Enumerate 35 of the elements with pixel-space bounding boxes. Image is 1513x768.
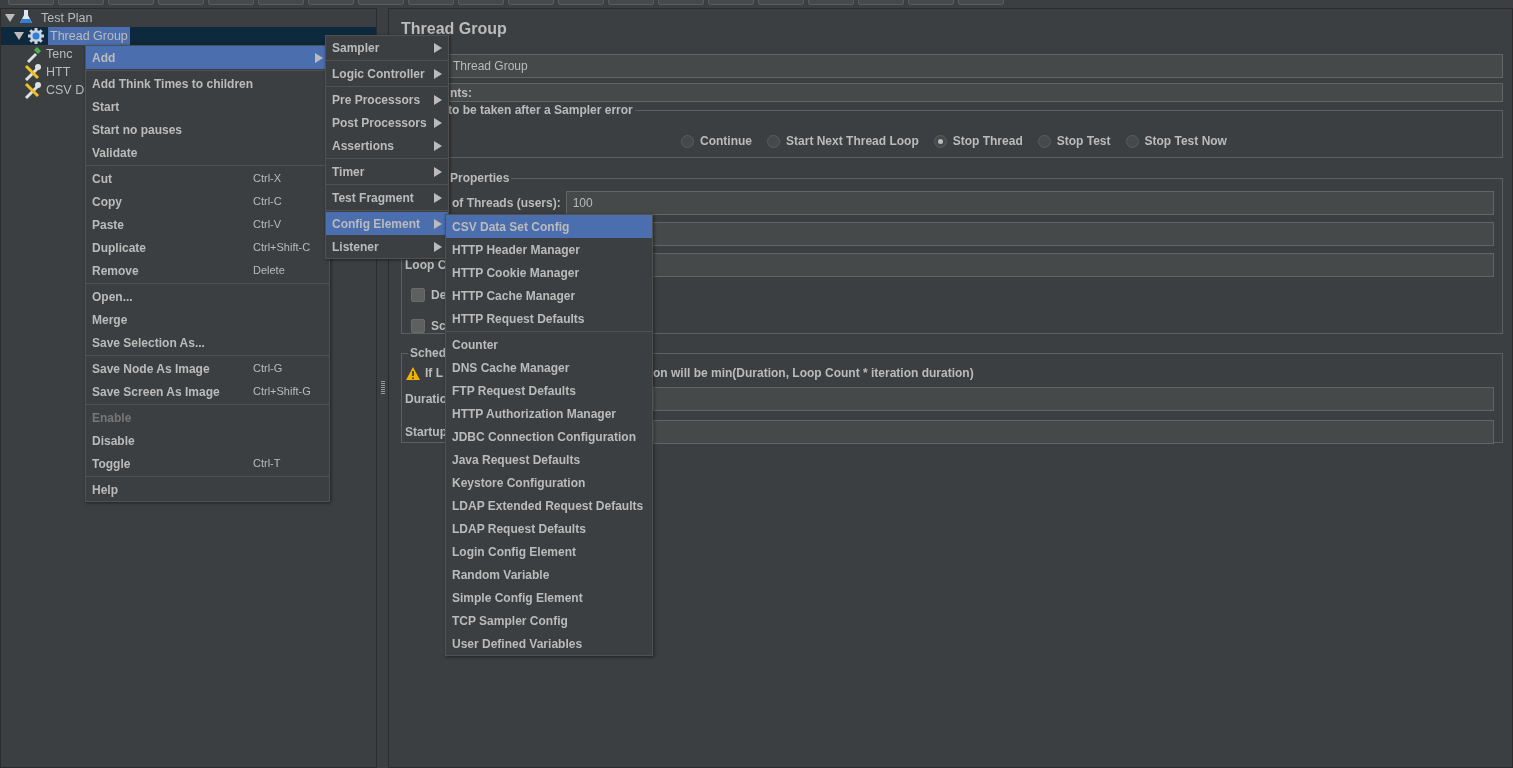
menu-item-label: Copy xyxy=(92,193,122,211)
field-label: Startup xyxy=(405,425,447,439)
menu-item-label: Listener xyxy=(332,238,379,256)
menu-item-label: Add xyxy=(92,49,116,67)
menu-item-label: Post Processors xyxy=(332,114,427,132)
shortcut-text: Delete xyxy=(253,263,286,279)
panel-title: Thread Group xyxy=(401,19,508,39)
shortcut-text: Ctrl-T xyxy=(253,456,282,472)
menu-item-label: Cut xyxy=(92,170,112,188)
menu-item-label: Config Element xyxy=(332,215,420,233)
menu-item-label: Remove xyxy=(92,262,139,280)
field-label: nts: xyxy=(450,84,472,102)
menu-item-label: Assertions xyxy=(332,137,395,155)
menu-item-label: Paste xyxy=(92,216,125,234)
field-label: of Threads (users): xyxy=(452,195,561,212)
shortcut-text: Ctrl+Shift-G xyxy=(253,384,312,400)
menu-item-label: Pre Processors xyxy=(332,91,421,109)
group-legend: Sched xyxy=(408,347,448,359)
shortcut-text: Ctrl-G xyxy=(253,361,284,377)
menu-item-label: Timer xyxy=(332,163,365,181)
menu-item-label: Logic Controller xyxy=(332,65,425,83)
menu-item-label: Duplicate xyxy=(92,239,146,257)
menu-item-label: Save Node As Image xyxy=(92,360,210,378)
shortcut-text: Ctrl-C xyxy=(253,194,283,210)
warning-text: If L xyxy=(425,366,443,380)
shortcut-text: Ctrl-X xyxy=(253,171,283,187)
group-legend: Properties xyxy=(448,172,512,184)
field-label: Duratio xyxy=(405,392,447,406)
shortcut-text: Ctrl-V xyxy=(253,217,283,233)
warning-text: on will be min(Duration, Loop Count * iteration duration) xyxy=(653,365,974,382)
menu-item-label: Test Fragment xyxy=(332,189,414,207)
group-legend: to be taken after a Sampler error xyxy=(446,104,635,116)
shortcut-text: Ctrl+Shift-C xyxy=(253,240,312,256)
menu-item-label: Save Screen As Image xyxy=(92,383,220,401)
menu-item-label: Toggle xyxy=(92,455,131,473)
